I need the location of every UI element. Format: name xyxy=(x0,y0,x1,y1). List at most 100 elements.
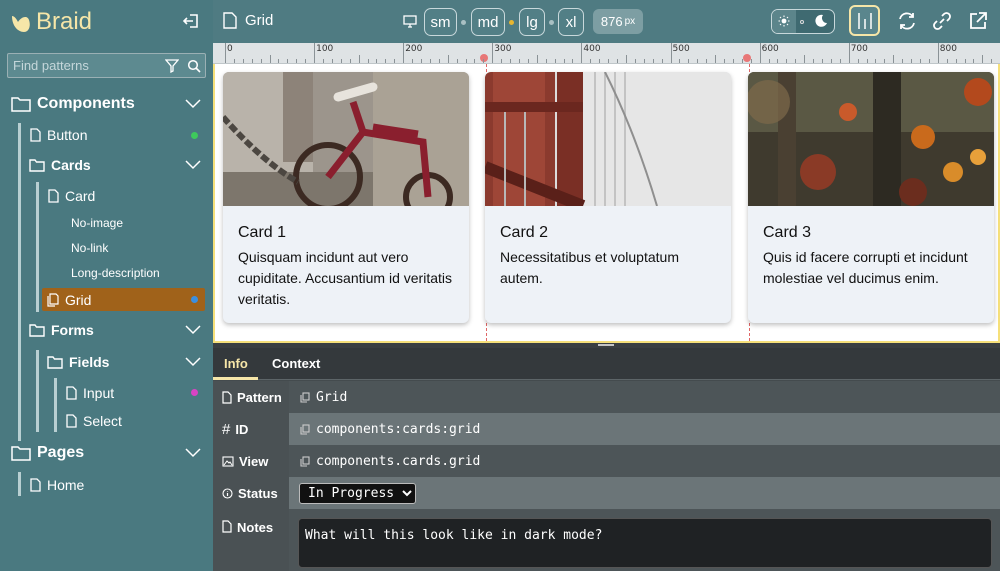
tree-guide-line xyxy=(36,350,39,432)
chevron-down-icon[interactable] xyxy=(185,160,201,170)
card-image-autumn-leaves xyxy=(748,72,994,206)
tree-guide-line xyxy=(18,123,21,441)
ruler-tick xyxy=(955,59,957,63)
ruler-tick xyxy=(225,43,226,63)
folder-icon xyxy=(11,97,31,112)
card[interactable]: Card 3 Quis id facere corrupti et incidu… xyxy=(748,72,994,323)
tree-item-home[interactable]: Home xyxy=(30,472,84,498)
ruler-tick xyxy=(911,59,913,63)
search-icon[interactable] xyxy=(187,59,201,73)
card-text: Quisquam incidunt aut vero cupiditate. A… xyxy=(238,249,452,307)
info-circle-icon xyxy=(222,487,233,499)
tree-item-no-link[interactable]: No-link xyxy=(71,235,108,261)
brand-logo[interactable]: Braid xyxy=(10,8,92,36)
ruler-tick xyxy=(323,59,324,63)
ruler-tick xyxy=(242,59,244,63)
file-icon xyxy=(66,386,77,400)
chevron-down-icon[interactable] xyxy=(185,357,201,367)
breakpoint-lg-button[interactable]: lg xyxy=(519,8,545,36)
tree-folder-fields[interactable]: Fields xyxy=(47,349,109,375)
tab-context[interactable]: Context xyxy=(272,356,320,371)
app-window: Braid Components Button xyxy=(0,0,1000,571)
breakpoint-xl-button[interactable]: xl xyxy=(558,8,584,36)
ruler-tick xyxy=(358,55,360,63)
tree-item-grid[interactable]: Grid xyxy=(47,287,91,313)
tree-item-long-description[interactable]: Long-description xyxy=(71,260,160,286)
tree-item-button[interactable]: Button xyxy=(30,122,87,148)
ruler-tick xyxy=(608,59,610,63)
tree-item-input[interactable]: Input xyxy=(66,380,114,406)
file-icon xyxy=(222,390,232,404)
tree-folder-cards[interactable]: Cards xyxy=(29,152,91,178)
current-file: Grid xyxy=(223,12,273,29)
chevron-down-icon[interactable] xyxy=(185,99,201,109)
ruler-label: 700 xyxy=(850,44,868,54)
desktop-icon[interactable] xyxy=(403,15,417,28)
ruler-tick xyxy=(625,55,627,63)
ruler-tick xyxy=(670,43,672,63)
tab-info[interactable]: Info xyxy=(224,356,248,371)
tree-folder-components[interactable]: Components xyxy=(11,91,135,117)
card-text: Quis id facere corrupti et incidunt mole… xyxy=(763,249,968,286)
ruler-tick xyxy=(314,43,316,63)
ruler-tick xyxy=(777,59,779,63)
ruler-tick xyxy=(706,59,708,63)
tree-folder-pages[interactable]: Pages xyxy=(11,440,84,466)
sun-icon[interactable] xyxy=(778,15,790,27)
status-select[interactable]: In Progress xyxy=(299,482,416,504)
ruler-tick xyxy=(385,59,387,63)
ruler-icon xyxy=(858,13,872,29)
ruler-toggle-button[interactable] xyxy=(849,5,880,36)
refresh-icon[interactable] xyxy=(897,11,917,31)
moon-icon[interactable] xyxy=(814,14,828,28)
ruler-tick xyxy=(884,59,886,63)
ruler-tick xyxy=(813,59,815,63)
chevron-down-icon[interactable] xyxy=(185,448,201,458)
folder-icon xyxy=(11,446,31,461)
breakpoint-sm-button[interactable]: sm xyxy=(424,8,457,36)
viewport-width-display: 876 px xyxy=(593,9,643,34)
breakpoint-md-button[interactable]: md xyxy=(471,8,505,36)
card[interactable]: Card 1 Quisquam incidunt aut vero cupidi… xyxy=(223,72,469,323)
ruler-tick xyxy=(483,59,485,63)
info-value: In Progress xyxy=(291,477,1000,509)
copy-icon[interactable] xyxy=(300,391,310,403)
ruler-tick xyxy=(438,59,440,63)
theme-toggle[interactable] xyxy=(771,9,835,34)
pattern-preview: Card 1 Quisquam incidunt aut vero cupidi… xyxy=(213,64,1000,343)
ruler-tick xyxy=(403,43,405,63)
file-name: Grid xyxy=(245,12,274,29)
info-tabs: Info Context xyxy=(213,348,1000,380)
card[interactable]: Card 2 Necessitatibus et voluptatum aute… xyxy=(485,72,731,323)
notes-textarea[interactable]: What will this look like in dark mode? xyxy=(298,518,992,568)
card-text: Necessitatibus et voluptatum autem. xyxy=(500,249,679,286)
open-external-icon[interactable] xyxy=(968,11,988,31)
ruler-tick xyxy=(804,55,806,63)
ruler-tick xyxy=(741,59,743,63)
tree-item-select[interactable]: Select xyxy=(66,408,122,434)
link-icon[interactable] xyxy=(932,11,952,31)
copy-icon[interactable] xyxy=(300,455,310,467)
card-title: Card 2 xyxy=(500,224,549,241)
search-input[interactable] xyxy=(13,58,163,73)
ruler-tick xyxy=(251,59,253,63)
ruler-tick xyxy=(732,59,734,63)
toolbar: Grid sm md lg xl 876 px xyxy=(213,0,1000,43)
info-panel: Info Context Pattern Grid # ID component… xyxy=(213,348,1000,571)
chevron-down-icon[interactable] xyxy=(185,325,201,335)
tree-folder-forms[interactable]: Forms xyxy=(29,317,94,343)
ruler-tick xyxy=(893,55,895,63)
ruler-tick xyxy=(331,59,333,63)
ruler-tick xyxy=(661,59,663,63)
status-dot-review xyxy=(191,389,198,396)
ruler-tick xyxy=(447,55,449,63)
tree-item-card[interactable]: Card xyxy=(48,183,95,209)
ruler-tick xyxy=(394,59,396,63)
collapse-sidebar-icon[interactable] xyxy=(182,12,200,30)
tree-item-no-image[interactable]: No-image xyxy=(71,210,123,236)
info-key: Status xyxy=(213,477,289,509)
filter-icon[interactable] xyxy=(165,59,179,73)
status-dot-complete xyxy=(191,132,198,139)
copy-icon[interactable] xyxy=(300,423,310,435)
ruler-label: 800 xyxy=(939,44,957,54)
